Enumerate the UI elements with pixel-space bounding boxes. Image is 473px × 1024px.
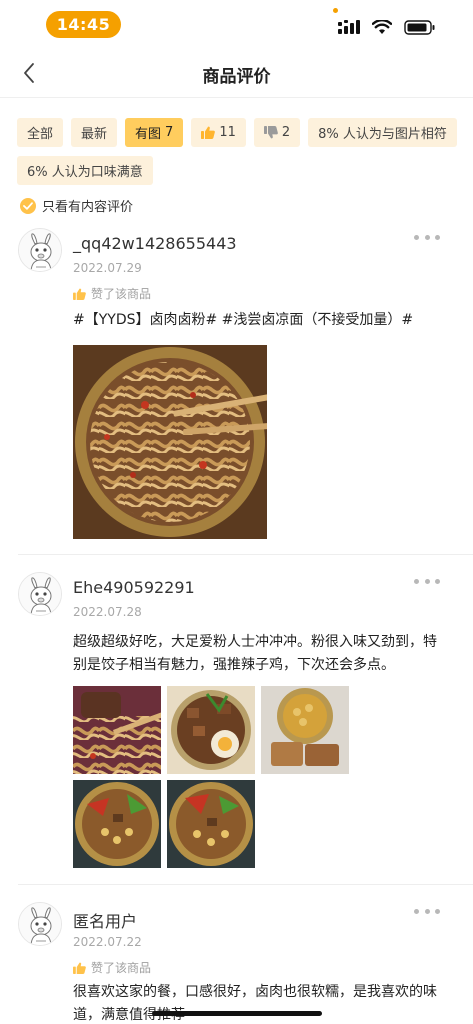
review-username[interactable]: _qq42w1428655443 [73, 234, 237, 253]
filter-all[interactable]: 全部 [17, 118, 64, 147]
review-username[interactable]: 匿名用户 [73, 908, 137, 932]
more-options-button[interactable] [414, 230, 440, 244]
thumbs-up-icon [201, 126, 216, 139]
thumbs-up-icon [73, 962, 86, 974]
review-divider [18, 554, 473, 555]
filter-latest[interactable]: 最新 [71, 118, 118, 147]
status-time: 14:45 [46, 11, 121, 38]
status-icons [338, 17, 436, 37]
review-date: 2022.07.28 [73, 605, 142, 619]
more-options-button[interactable] [414, 574, 440, 588]
camera-indicator-dot [333, 8, 338, 13]
only-content-toggle[interactable]: 只看有内容评价 [20, 196, 133, 215]
battery-icon [404, 19, 435, 35]
noodle-photo[interactable] [73, 686, 161, 774]
avatar[interactable] [18, 572, 62, 616]
page-title: 商品评价 [202, 67, 271, 87]
review-text: 超级超级好吃，大足爱粉人士冲冲冲。粉很入味又劲到，特别是饺子相当有魅力，强推辣子… [73, 634, 437, 673]
braised-meat-egg-photo[interactable] [167, 686, 255, 774]
checkmark-icon [20, 197, 36, 214]
review-item: Ehe490592291 2022.07.28 超级超级好吃，大足爱粉人士冲冲冲… [0, 572, 473, 888]
filter-label: 最新 [81, 127, 108, 142]
filter-matches-photo[interactable]: 8% 人认为与图片相符 [308, 118, 457, 147]
liked-product: 赞了该商品 [73, 959, 151, 976]
filter-count: 2 [281, 125, 291, 140]
review-text: 很喜欢这家的餐，口感很好，卤肉也很软糯，是我喜欢的味道，满意值得推荐 [73, 984, 437, 1023]
filter-count: 7 [165, 125, 174, 140]
review-item: 匿名用户 2022.07.22 赞了该商品 很喜欢这家的餐，口感很好，卤肉也很软… [0, 902, 473, 1024]
only-content-label: 只看有内容评价 [42, 200, 134, 215]
liked-label: 赞了该商品 [91, 287, 152, 301]
filter-count: 11 [219, 125, 236, 140]
liked-product: 赞了该商品 [73, 285, 151, 302]
liked-label: 赞了该商品 [91, 961, 152, 975]
review-date: 2022.07.22 [73, 935, 142, 949]
tofu-meat-photo[interactable] [261, 686, 349, 774]
filter-taste-satisfied[interactable]: 6% 人认为口味满意 [17, 156, 153, 185]
signal-icon [338, 20, 360, 34]
home-indicator [152, 1011, 322, 1016]
filter-label: 6% 人认为口味满意 [27, 165, 143, 180]
filter-thumbs-up[interactable]: 11 [191, 118, 246, 147]
avatar[interactable] [18, 902, 62, 946]
review-text: #【YYDS】卤肉卤粉# #浅尝卤凉面（不接受加量）# [73, 312, 414, 328]
filter-thumbs-down[interactable]: 2 [253, 118, 301, 147]
avatar[interactable] [18, 228, 62, 272]
status-bar: 14:45 [0, 0, 473, 50]
noodle-bowl-photo[interactable] [73, 345, 267, 539]
review-username[interactable]: Ehe490592291 [73, 578, 195, 597]
thumbs-up-icon [73, 288, 86, 300]
review-date: 2022.07.29 [73, 261, 142, 275]
filter-with-photos[interactable]: 有图 7 [125, 118, 184, 147]
filter-label: 8% 人认为与图片相符 [318, 127, 447, 142]
more-options-button[interactable] [414, 904, 440, 918]
review-item: _qq42w1428655443 2022.07.29 赞了该商品 #【YYDS… [0, 228, 473, 558]
review-divider [18, 884, 473, 885]
wifi-icon [372, 19, 392, 34]
nav-bar: 商品评价 [0, 50, 473, 98]
spicy-chicken-photo[interactable] [73, 780, 161, 868]
thumbs-down-icon [263, 126, 278, 139]
filter-tags: 全部 最新 有图 7 11 2 8% 人认为与图片相符 6% 人认为口味满意 [17, 118, 457, 185]
spicy-chicken-photo-2[interactable] [167, 780, 255, 868]
filter-label: 有图 [135, 127, 162, 142]
filter-label: 全部 [27, 127, 54, 142]
